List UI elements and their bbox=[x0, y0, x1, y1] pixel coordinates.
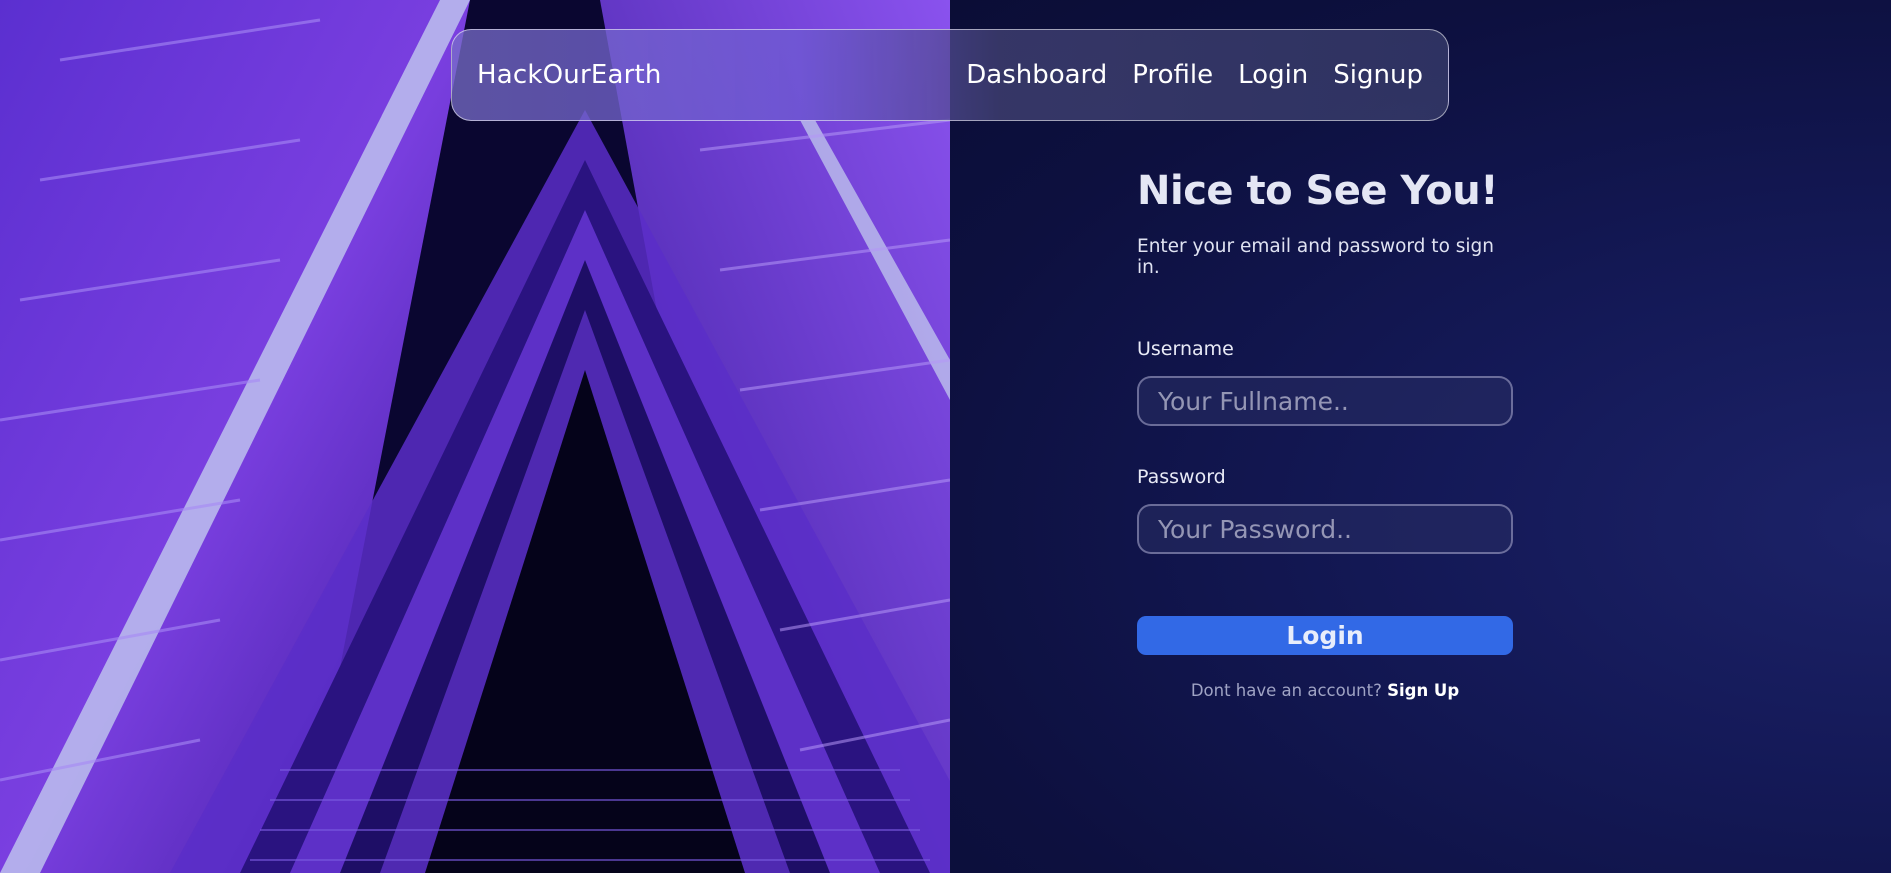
navbar: HackOurEarth Dashboard Profile Login Sig… bbox=[451, 29, 1449, 121]
login-button[interactable]: Login bbox=[1137, 616, 1513, 655]
username-label: Username bbox=[1137, 338, 1234, 360]
username-input[interactable] bbox=[1137, 376, 1513, 426]
login-form: Nice to See You! Enter your email and pa… bbox=[1137, 168, 1513, 700]
login-page: HackOurEarth Dashboard Profile Login Sig… bbox=[0, 0, 1891, 873]
form-panel-background bbox=[950, 0, 1891, 873]
staircase-illustration bbox=[0, 0, 950, 873]
password-label: Password bbox=[1137, 466, 1226, 488]
brand-logo[interactable]: HackOurEarth bbox=[477, 60, 662, 90]
nav-link-signup[interactable]: Signup bbox=[1333, 60, 1423, 90]
nav-link-profile[interactable]: Profile bbox=[1132, 60, 1213, 90]
signup-prompt-text: Dont have an account? bbox=[1190, 681, 1382, 700]
nav-links: Dashboard Profile Login Signup bbox=[966, 60, 1423, 90]
nav-link-dashboard[interactable]: Dashboard bbox=[966, 60, 1107, 90]
hero-image bbox=[0, 0, 950, 873]
signup-link[interactable]: Sign Up bbox=[1387, 681, 1459, 700]
signup-prompt: Dont have an account? Sign Up bbox=[1137, 681, 1513, 700]
page-subtitle: Enter your email and password to sign in… bbox=[1137, 236, 1495, 278]
password-input[interactable] bbox=[1137, 504, 1513, 554]
nav-link-login[interactable]: Login bbox=[1238, 60, 1308, 90]
page-title: Nice to See You! bbox=[1137, 168, 1498, 214]
